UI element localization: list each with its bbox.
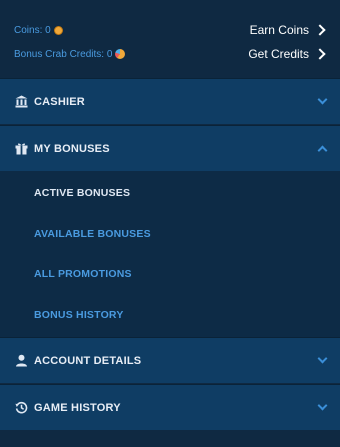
section-account-details[interactable]: ACCOUNT DETAILS [0, 337, 340, 383]
menu-item-all-promotions[interactable]: ALL PROMOTIONS [34, 268, 132, 280]
chevron-up-icon [317, 145, 328, 156]
bonus-credits-balance: Bonus Crab Credits: 0 [14, 48, 126, 60]
chevron-down-icon [317, 94, 328, 105]
chevron-right-icon [314, 24, 326, 36]
coins-row: Coins: 0 Earn Coins [14, 23, 326, 37]
my-bonuses-submenu: ACTIVE BONUSES AVAILABLE BONUSES ALL PRO… [0, 171, 340, 341]
coins-balance: Coins: 0 [14, 25, 63, 36]
section-my-bonuses-label: MY BONUSES [34, 142, 110, 155]
coin-icon [53, 25, 63, 35]
section-cashier[interactable]: CASHIER [0, 78, 340, 124]
user-icon [14, 354, 28, 368]
account-menu-panel: Coins: 0 Earn Coins Bonus Crab Credits: … [0, 0, 340, 447]
get-credits-link[interactable]: Get Credits [248, 47, 326, 61]
gift-icon [14, 142, 28, 156]
section-game-history[interactable]: GAME HISTORY [0, 384, 340, 430]
chevron-right-icon [314, 48, 326, 60]
chevron-down-icon [317, 353, 328, 364]
bonus-credits-label: Bonus Crab Credits: 0 [14, 48, 113, 60]
menu-item-available-bonuses[interactable]: AVAILABLE BONUSES [34, 228, 151, 240]
section-cashier-label: CASHIER [34, 95, 85, 108]
crab-credit-icon [115, 49, 126, 59]
earn-coins-label: Earn Coins [249, 23, 309, 37]
menu-item-active-bonuses[interactable]: ACTIVE BONUSES [34, 187, 130, 199]
credits-row: Bonus Crab Credits: 0 Get Credits [14, 47, 326, 61]
section-account-details-label: ACCOUNT DETAILS [34, 354, 142, 367]
bank-icon [14, 95, 28, 109]
section-game-history-label: GAME HISTORY [34, 401, 121, 414]
earn-coins-link[interactable]: Earn Coins [249, 23, 326, 37]
history-icon [14, 401, 28, 415]
chevron-down-icon [317, 400, 328, 411]
menu-item-bonus-history[interactable]: BONUS HISTORY [34, 309, 124, 321]
section-my-bonuses[interactable]: MY BONUSES [0, 125, 340, 171]
get-credits-label: Get Credits [248, 47, 309, 61]
coins-label: Coins: 0 [14, 24, 51, 36]
